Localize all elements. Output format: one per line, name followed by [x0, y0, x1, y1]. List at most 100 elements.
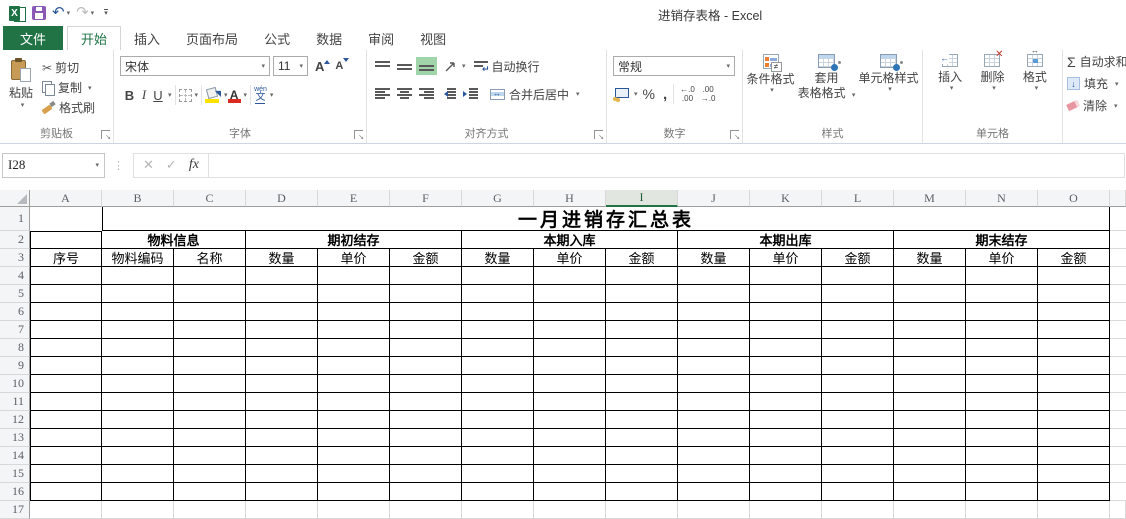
cell-F14[interactable] [390, 447, 462, 465]
cell-M5[interactable] [894, 285, 966, 303]
cell-L9[interactable] [822, 357, 894, 375]
copy-button[interactable]: 复制▾ [42, 79, 95, 96]
cell-D11[interactable] [246, 393, 318, 411]
customize-qat-icon[interactable]: ▾ [104, 9, 108, 17]
cell-K10[interactable] [750, 375, 822, 393]
cell-G4[interactable] [462, 267, 534, 285]
cell-G11[interactable] [462, 393, 534, 411]
tab-insert[interactable]: 插入 [121, 26, 173, 50]
redo-dropdown-arrow[interactable]: ▾ [91, 9, 95, 17]
paste-dropdown-arrow[interactable]: ▾ [21, 101, 25, 109]
cell-I17[interactable] [606, 501, 678, 519]
cell-K9[interactable] [750, 357, 822, 375]
cell-O6[interactable] [1038, 303, 1110, 321]
cell-K13[interactable] [750, 429, 822, 447]
column-header-D[interactable]: D [246, 190, 318, 207]
row-header-6[interactable]: 6 [0, 303, 30, 321]
cell-C8[interactable] [174, 339, 246, 357]
cell-B17[interactable] [102, 501, 174, 519]
cell-A14[interactable] [30, 447, 102, 465]
cell-H8[interactable] [534, 339, 606, 357]
align-center-button[interactable] [394, 85, 415, 103]
cell-P13[interactable] [1110, 429, 1126, 447]
undo-button[interactable]: ↶▾ [52, 6, 70, 20]
cell-P7[interactable] [1110, 321, 1126, 339]
cell-C5[interactable] [174, 285, 246, 303]
cell-P16[interactable] [1110, 483, 1126, 501]
cell-F7[interactable] [390, 321, 462, 339]
formula-input[interactable] [209, 153, 1125, 178]
row-header-2[interactable]: 2 [0, 231, 30, 249]
cell-P14[interactable] [1110, 447, 1126, 465]
cell-L3[interactable]: 金额 [822, 249, 894, 267]
cell-P1[interactable] [1110, 207, 1126, 231]
cell-F4[interactable] [390, 267, 462, 285]
cell-K4[interactable] [750, 267, 822, 285]
cell-B14[interactable] [102, 447, 174, 465]
row-header-4[interactable]: 4 [0, 267, 30, 285]
column-header-K[interactable]: K [750, 190, 822, 207]
decrease-font-size-button[interactable]: A [335, 60, 343, 72]
cell-F11[interactable] [390, 393, 462, 411]
cell-K8[interactable] [750, 339, 822, 357]
cell-A16[interactable] [30, 483, 102, 501]
cell-A13[interactable] [30, 429, 102, 447]
cell-E5[interactable] [318, 285, 390, 303]
cell-M17[interactable] [894, 501, 966, 519]
cell-I8[interactable] [606, 339, 678, 357]
cell-A15[interactable] [30, 465, 102, 483]
cell-G13[interactable] [462, 429, 534, 447]
cell-K16[interactable] [750, 483, 822, 501]
cell-G8[interactable] [462, 339, 534, 357]
cell-H13[interactable] [534, 429, 606, 447]
cell-K7[interactable] [750, 321, 822, 339]
cell-G10[interactable] [462, 375, 534, 393]
cell-J5[interactable] [678, 285, 750, 303]
cell-B7[interactable] [102, 321, 174, 339]
cell-F16[interactable] [390, 483, 462, 501]
cell-F9[interactable] [390, 357, 462, 375]
accounting-dropdown-arrow[interactable]: ▾ [634, 90, 638, 98]
cell-D8[interactable] [246, 339, 318, 357]
cell-I15[interactable] [606, 465, 678, 483]
cell-L8[interactable] [822, 339, 894, 357]
increase-decimal-button[interactable]: ←.0.00 [680, 85, 695, 103]
align-left-button[interactable] [372, 85, 393, 103]
cell-N7[interactable] [966, 321, 1038, 339]
undo-dropdown-arrow[interactable]: ▾ [67, 9, 71, 17]
cell-O8[interactable] [1038, 339, 1110, 357]
row-header-14[interactable]: 14 [0, 447, 30, 465]
increase-indent-button[interactable] [460, 85, 481, 103]
cell-F3[interactable]: 金额 [390, 249, 462, 267]
cell-I12[interactable] [606, 411, 678, 429]
cell-O12[interactable] [1038, 411, 1110, 429]
cell-L6[interactable] [822, 303, 894, 321]
cell-N13[interactable] [966, 429, 1038, 447]
cell-P15[interactable] [1110, 465, 1126, 483]
cell-A10[interactable] [30, 375, 102, 393]
cell-C4[interactable] [174, 267, 246, 285]
row-header-10[interactable]: 10 [0, 375, 30, 393]
cell-E9[interactable] [318, 357, 390, 375]
cell-N16[interactable] [966, 483, 1038, 501]
cell-C7[interactable] [174, 321, 246, 339]
cell-J8[interactable] [678, 339, 750, 357]
cell-M10[interactable] [894, 375, 966, 393]
cell-N10[interactable] [966, 375, 1038, 393]
cell-B6[interactable] [102, 303, 174, 321]
clear-button[interactable]: 清除▾ [1067, 96, 1126, 115]
cell-J7[interactable] [678, 321, 750, 339]
cell-D12[interactable] [246, 411, 318, 429]
row-header-9[interactable]: 9 [0, 357, 30, 375]
tab-file[interactable]: 文件 [3, 26, 63, 50]
cell-L17[interactable] [822, 501, 894, 519]
column-header-A[interactable]: A [30, 190, 102, 207]
cell-B13[interactable] [102, 429, 174, 447]
cell-O5[interactable] [1038, 285, 1110, 303]
cell-J9[interactable] [678, 357, 750, 375]
cell-A5[interactable] [30, 285, 102, 303]
column-header-partial[interactable] [1110, 190, 1126, 207]
group-header-本期入库[interactable]: 本期入库 [462, 231, 678, 249]
cell-E16[interactable] [318, 483, 390, 501]
cell-P4[interactable] [1110, 267, 1126, 285]
